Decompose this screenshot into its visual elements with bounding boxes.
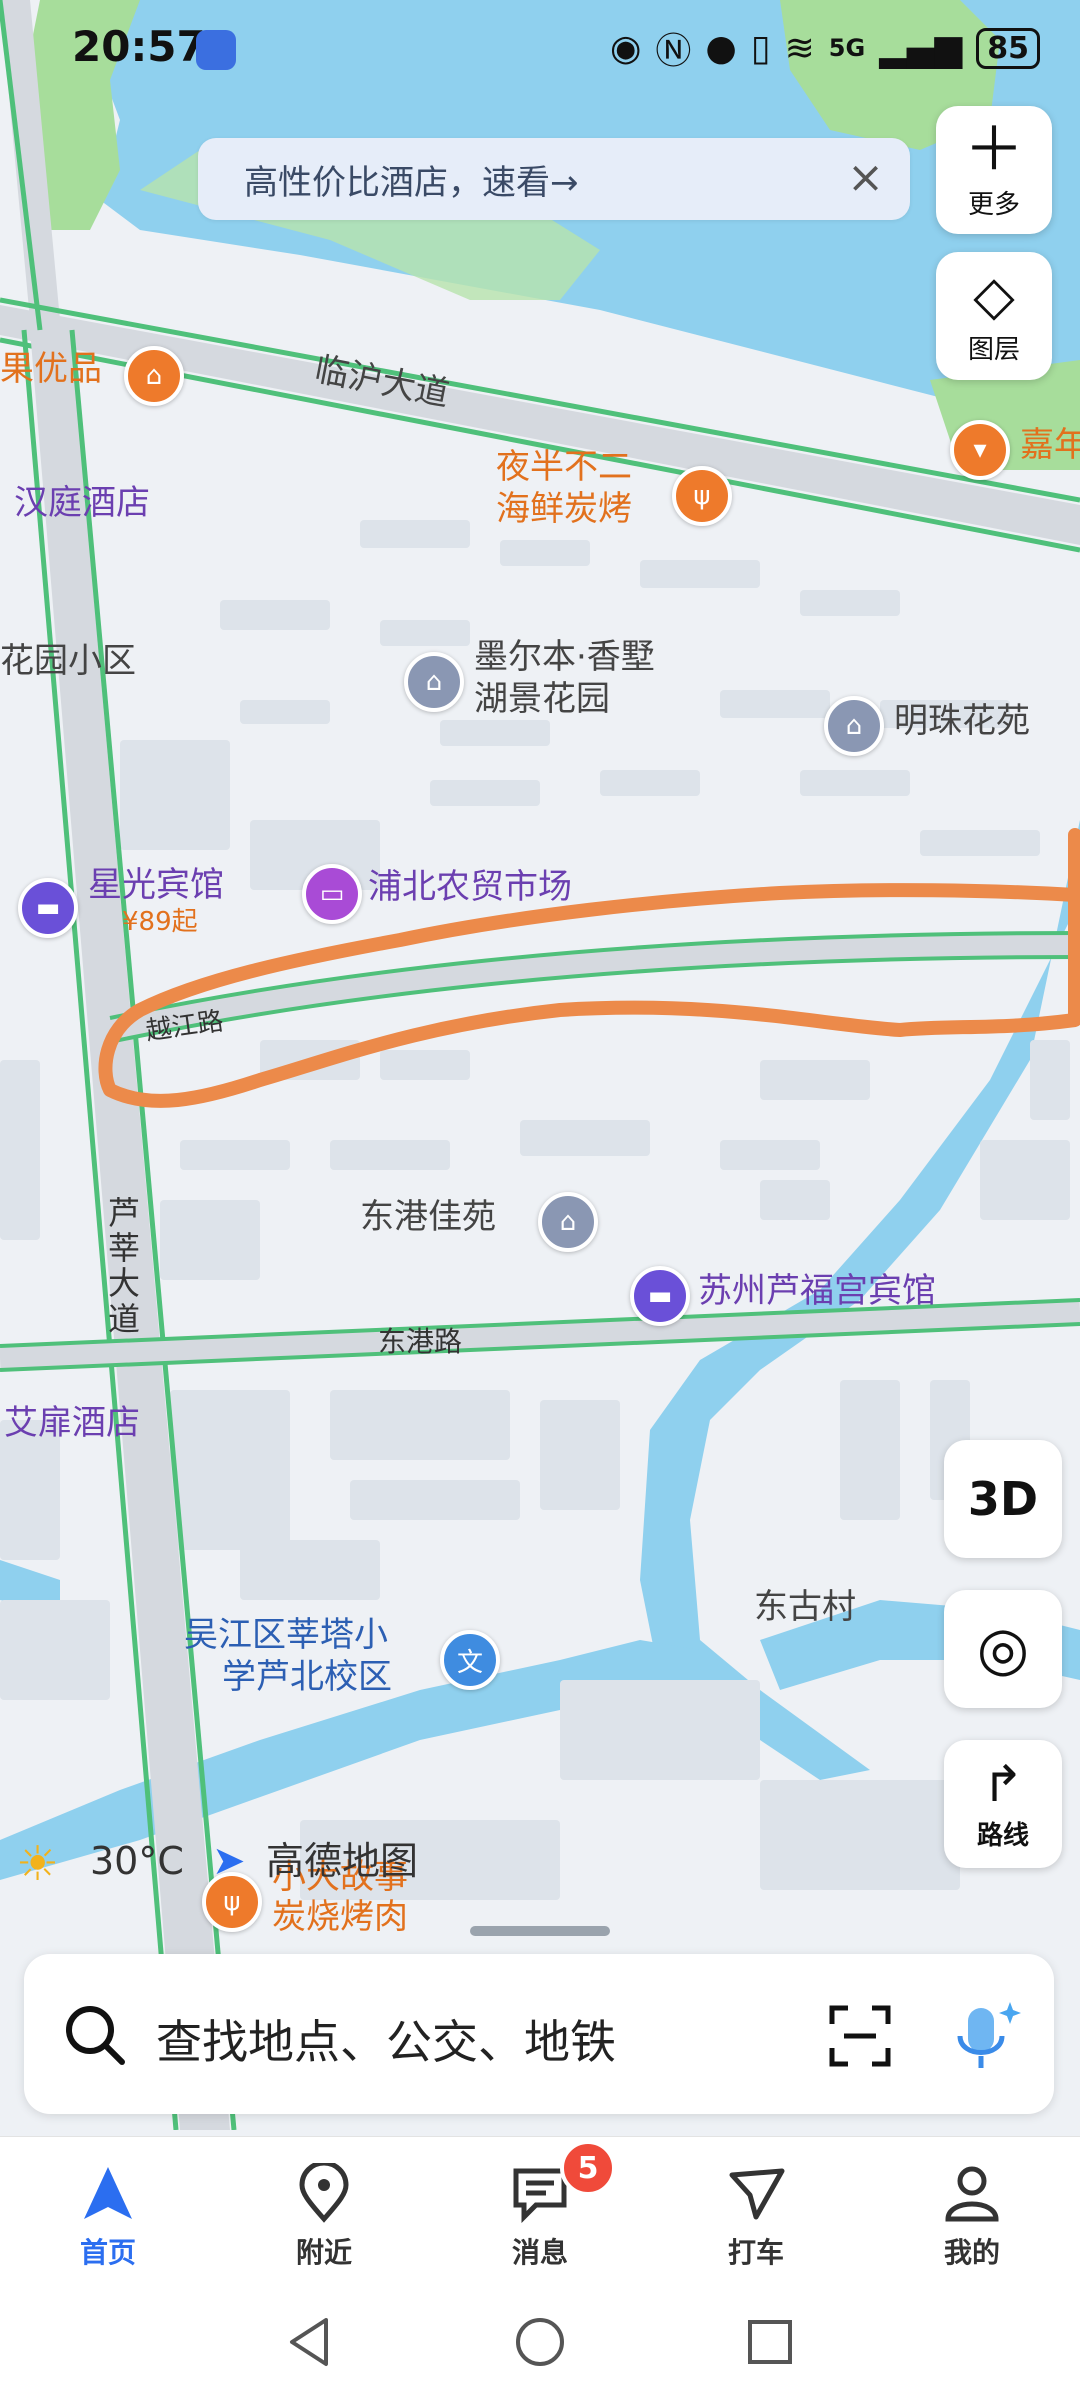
voice-assistant-icon[interactable] bbox=[948, 1996, 1028, 2076]
location-pin-icon bbox=[299, 2160, 349, 2223]
location-icon: ● bbox=[705, 27, 737, 69]
route-label: 路线 bbox=[976, 1820, 1029, 1851]
hotel-poi-icon[interactable]: ▬ bbox=[630, 1266, 690, 1326]
3d-toggle-button[interactable]: 3D bbox=[944, 1440, 1062, 1558]
tab-label: 首页 bbox=[79, 2236, 136, 2269]
status-bar: 20:57 ◉ Ⓝ ● ▯ ≋ 5G ▂▄▆ 85 bbox=[0, 0, 1080, 100]
close-icon[interactable]: × bbox=[847, 152, 884, 203]
tab-label: 消息 bbox=[511, 2236, 568, 2269]
road-label-lusheng: 芦莘大道 bbox=[108, 1194, 141, 1338]
tab-profile[interactable]: 我的 bbox=[912, 2163, 1032, 2271]
layers-label: 图层 bbox=[967, 334, 1020, 365]
place-label-donggu[interactable]: 东古村 bbox=[754, 1586, 856, 1629]
place-label-school-sub[interactable]: 学芦北校区 bbox=[222, 1656, 392, 1699]
market-poi-icon[interactable]: ▭ bbox=[302, 864, 362, 924]
search-bar[interactable]: 查找地点、公交、地铁 bbox=[24, 1954, 1054, 2114]
navigation-arrow-icon bbox=[84, 2167, 132, 2219]
price-label-xingguang[interactable]: ¥89起 bbox=[122, 906, 198, 939]
place-label-moerben-sub[interactable]: 湖景花园 bbox=[474, 678, 610, 721]
restaurant-poi-icon[interactable]: ψ bbox=[672, 466, 732, 526]
app-notification-icon bbox=[196, 30, 236, 70]
scan-icon[interactable] bbox=[828, 2004, 892, 2068]
place-label-guoyoupin[interactable]: 果优品 bbox=[0, 348, 102, 391]
wifi-icon: ≋ bbox=[784, 27, 815, 69]
place-label-pubei[interactable]: 浦北农贸市场 bbox=[368, 866, 572, 909]
tab-label: 打车 bbox=[727, 2236, 784, 2269]
more-label: 更多 bbox=[967, 189, 1020, 220]
layers-icon: ◇ bbox=[973, 263, 1015, 327]
tab-nearby[interactable]: 附近 bbox=[264, 2160, 384, 2271]
place-label-lufugong[interactable]: 苏州芦福宫宾馆 bbox=[698, 1270, 936, 1313]
eye-icon: ◉ bbox=[609, 27, 642, 69]
system-nav-bar bbox=[0, 2286, 1080, 2400]
route-arrow-icon: ↱ bbox=[982, 1754, 1024, 1813]
food-poi-icon[interactable]: ▾ bbox=[950, 420, 1010, 480]
residence-poi-icon[interactable]: ⌂ bbox=[538, 1192, 598, 1252]
drag-handle[interactable] bbox=[470, 1926, 610, 1936]
recents-icon[interactable] bbox=[742, 2314, 798, 2370]
residence-poi-icon[interactable]: ⌂ bbox=[404, 652, 464, 712]
user-icon bbox=[945, 2166, 999, 2222]
signal-icon: ▂▄▆ bbox=[879, 27, 963, 69]
3d-label: 3D bbox=[967, 1472, 1039, 1526]
route-button[interactable]: ↱ 路线 bbox=[944, 1740, 1062, 1868]
food-poi-icon[interactable]: ⌂ bbox=[124, 346, 184, 406]
place-label-school[interactable]: 吴江区莘塔小 bbox=[184, 1614, 388, 1657]
locate-me-button[interactable]: ◎ bbox=[944, 1590, 1062, 1708]
tab-taxi[interactable]: 打车 bbox=[696, 2163, 816, 2271]
vibrate-icon: ▯ bbox=[750, 27, 771, 69]
weather-temperature[interactable]: 30°C bbox=[90, 1838, 184, 1886]
battery-indicator: 85 bbox=[976, 27, 1040, 69]
tab-label: 附近 bbox=[295, 2236, 352, 2269]
more-button[interactable]: ＋ 更多 bbox=[936, 106, 1052, 234]
amap-logo-icon: ➤ bbox=[212, 1838, 246, 1884]
plus-icon: ＋ bbox=[964, 114, 1024, 185]
hotel-promo-banner[interactable]: 高性价比酒店，速看→ × bbox=[198, 138, 910, 220]
network-type: 5G bbox=[828, 34, 866, 62]
residence-poi-icon[interactable]: ⌂ bbox=[824, 696, 884, 756]
place-label-hanting[interactable]: 汉庭酒店 bbox=[14, 482, 150, 525]
status-time: 20:57 bbox=[72, 22, 206, 71]
hotel-poi-icon[interactable]: ▬ bbox=[18, 878, 78, 938]
map-canvas[interactable] bbox=[0, 0, 1080, 2130]
banner-text[interactable]: 高性价比酒店，速看→ bbox=[244, 155, 579, 204]
brand-label: 高德地图 bbox=[266, 1839, 419, 1883]
search-input[interactable]: 查找地点、公交、地铁 bbox=[156, 2006, 616, 2072]
search-icon bbox=[66, 2006, 125, 2065]
back-icon[interactable] bbox=[282, 2314, 338, 2370]
tab-label: 我的 bbox=[943, 2236, 1000, 2269]
place-label-xiaoxiao-sub[interactable]: 炭烧烤肉 bbox=[272, 1896, 408, 1939]
sun-icon: ☀ bbox=[16, 1836, 60, 1892]
taxi-arrow-icon bbox=[729, 2168, 785, 2220]
place-label-yeban-sub[interactable]: 海鲜炭烤 bbox=[496, 488, 632, 531]
bottom-tab-bar: 首页 附近 消息 打车 我的 bbox=[0, 2136, 1080, 2287]
status-icons: ◉ Ⓝ ● ▯ ≋ 5G ▂▄▆ 85 bbox=[610, 22, 1040, 74]
place-label-jia[interactable]: 嘉年 bbox=[1020, 424, 1080, 467]
place-label-aifei[interactable]: 艾扉酒店 bbox=[4, 1402, 140, 1445]
place-label-donggang-jiayuan[interactable]: 东港佳苑 bbox=[360, 1196, 496, 1239]
place-label-xingguang[interactable]: 星光宾馆 bbox=[88, 864, 224, 907]
layers-button[interactable]: ◇ 图层 bbox=[936, 252, 1052, 380]
school-poi-icon[interactable]: 文 bbox=[440, 1630, 500, 1690]
place-label-moerben[interactable]: 墨尔本·香墅 bbox=[474, 636, 655, 679]
home-icon[interactable] bbox=[512, 2314, 568, 2370]
place-label-yeban[interactable]: 夜半不二 bbox=[496, 446, 632, 489]
place-label-mingzhu[interactable]: 明珠花苑 bbox=[894, 700, 1030, 743]
crosshair-icon: ◎ bbox=[976, 1614, 1030, 1684]
place-label-huayuan[interactable]: 花园小区 bbox=[0, 640, 136, 683]
messages-badge: 5 bbox=[560, 2140, 616, 2196]
tab-home[interactable]: 首页 bbox=[48, 2163, 168, 2271]
road-label-donggang: 东港路 bbox=[378, 1325, 463, 1358]
nfc-icon: Ⓝ bbox=[655, 31, 692, 72]
